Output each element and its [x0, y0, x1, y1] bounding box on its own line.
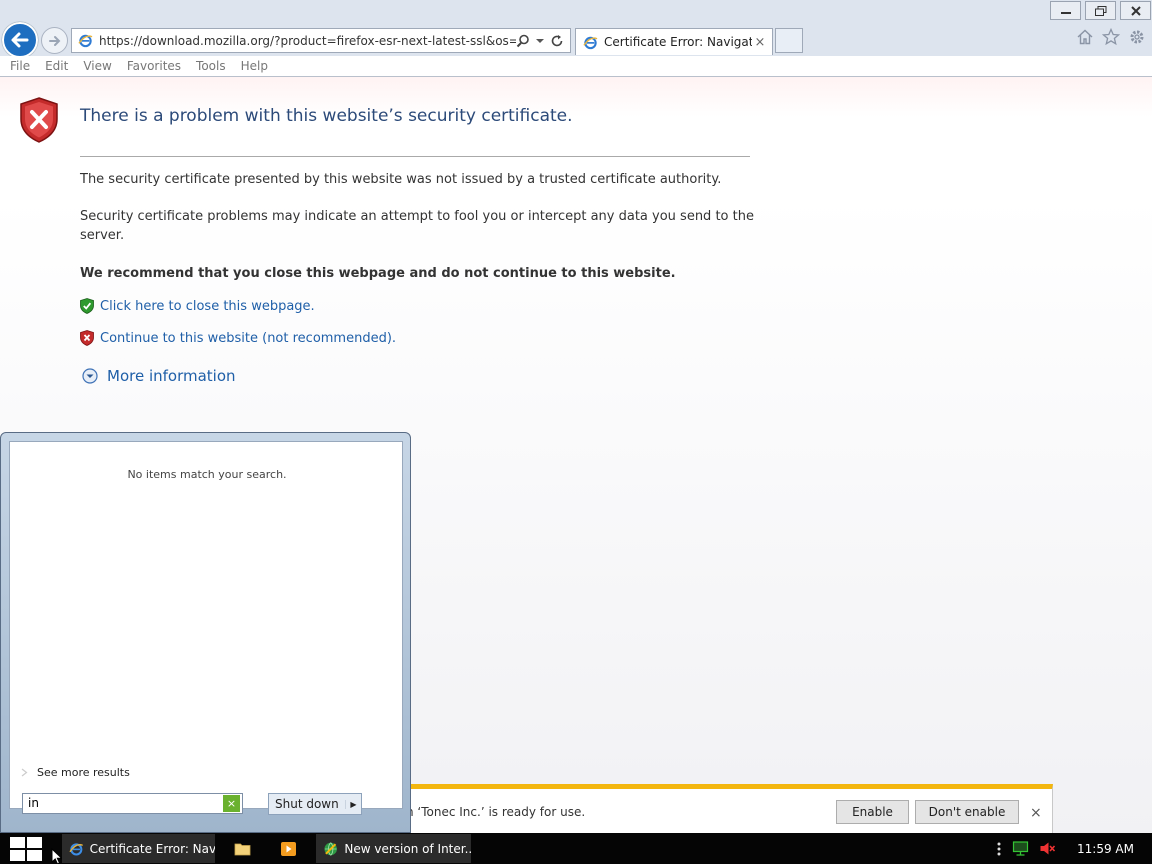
tray-overflow-icon[interactable]: [996, 841, 1002, 857]
taskbar-ie-label: Certificate Error: Nav...: [89, 841, 215, 856]
no-results-message: No items match your search.: [127, 468, 287, 481]
back-arrow-icon: [11, 32, 29, 48]
divider: [80, 156, 750, 157]
chevron-down-icon[interactable]: [536, 37, 544, 45]
menu-tools[interactable]: Tools: [196, 59, 226, 73]
home-icon[interactable]: [1076, 28, 1094, 46]
search-results-panel: No items match your search. See more res…: [9, 441, 403, 809]
menu-edit[interactable]: Edit: [45, 59, 68, 73]
error-warning-text: Security certificate problems may indica…: [80, 209, 754, 243]
ie-page-icon: [78, 34, 93, 48]
shield-check-icon: [80, 298, 94, 314]
start-menu: No items match your search. See more res…: [0, 432, 411, 833]
restore-button[interactable]: [1085, 1, 1116, 20]
close-webpage-link-label[interactable]: Click here to close this webpage.: [100, 299, 315, 314]
close-webpage-link[interactable]: Click here to close this webpage.: [80, 298, 315, 314]
shutdown-label[interactable]: Shut down: [275, 797, 345, 811]
volume-muted-icon[interactable]: [1039, 841, 1056, 856]
favorites-star-icon[interactable]: [1102, 28, 1120, 46]
see-more-results-label[interactable]: See more results: [37, 766, 130, 779]
menu-bar: File Edit View Favorites Tools Help: [0, 56, 1152, 77]
recommendation-text: We recommend that you close this webpage…: [80, 266, 676, 281]
menu-favorites[interactable]: Favorites: [127, 59, 181, 73]
minimize-icon: [1060, 11, 1071, 14]
dont-enable-button[interactable]: Don't enable: [915, 800, 1019, 824]
error-description: The security certificate presented by th…: [80, 172, 722, 187]
continue-website-link-label[interactable]: Continue to this website (not recommende…: [100, 331, 396, 346]
start-search-box[interactable]: ×: [22, 793, 243, 814]
more-information-label[interactable]: More information: [107, 367, 236, 385]
taskbar-new-version-label: New version of Inter...: [344, 841, 471, 856]
browser-titlebar: https://download.mozilla.org/?product=fi…: [0, 0, 1152, 58]
folder-icon: [234, 843, 251, 855]
network-icon[interactable]: [1012, 841, 1029, 856]
close-window-button[interactable]: [1120, 1, 1151, 20]
more-information-toggle[interactable]: More information: [82, 367, 236, 385]
idm-globe-icon: [324, 841, 337, 856]
media-player-icon: [281, 841, 296, 856]
menu-view[interactable]: View: [83, 59, 111, 73]
taskbar-new-version-window[interactable]: New version of Inter...: [316, 834, 471, 863]
gear-icon[interactable]: [1128, 28, 1146, 46]
notification-close-button[interactable]: ×: [1030, 805, 1042, 821]
menu-file[interactable]: File: [10, 59, 30, 73]
start-search-input[interactable]: [28, 796, 218, 810]
back-button[interactable]: [2, 22, 38, 58]
browser-toolbar-icons: [1076, 28, 1146, 46]
tab-title: Certificate Error: Navigatio...: [604, 35, 752, 49]
new-tab-button[interactable]: [775, 28, 803, 53]
restore-icon: [1094, 5, 1106, 16]
close-icon: [1130, 5, 1141, 16]
addon-notification-bar: n ‘Tonec Inc.’ is ready for use. Enable …: [405, 784, 1053, 834]
tab-close-button[interactable]: ×: [752, 35, 768, 50]
refresh-icon[interactable]: [550, 34, 564, 48]
enable-button[interactable]: Enable: [836, 800, 909, 824]
taskbar-clock[interactable]: 11:59 AM: [1077, 842, 1134, 856]
taskbar: Certificate Error: Nav... New version of…: [0, 833, 1152, 864]
forward-arrow-icon: [48, 35, 60, 46]
page-title: There is a problem with this website’s s…: [80, 106, 573, 126]
expand-circle-icon: [82, 368, 98, 384]
address-url[interactable]: https://download.mozilla.org/?product=fi…: [99, 34, 516, 48]
minimize-button[interactable]: [1050, 1, 1081, 20]
taskbar-media-player[interactable]: [272, 834, 306, 863]
taskbar-ie-window[interactable]: Certificate Error: Nav...: [62, 834, 215, 863]
arrow-right-icon: [21, 768, 28, 777]
ie-icon: [69, 842, 83, 855]
notification-text: n ‘Tonec Inc.’ is ready for use.: [406, 805, 586, 819]
window-controls: [1050, 1, 1151, 20]
system-tray: [996, 833, 1056, 864]
shutdown-options-arrow[interactable]: ▶: [345, 799, 361, 809]
see-more-results-link[interactable]: See more results: [20, 766, 130, 779]
address-bar[interactable]: https://download.mozilla.org/?product=fi…: [71, 28, 571, 53]
clear-search-button[interactable]: ×: [223, 795, 240, 812]
taskbar-file-explorer[interactable]: [225, 834, 259, 863]
windows-logo-icon: [10, 836, 42, 861]
forward-button[interactable]: [41, 27, 68, 54]
ie-page-icon: [583, 36, 598, 49]
menu-help[interactable]: Help: [241, 59, 268, 73]
address-bar-actions: [516, 34, 570, 48]
shutdown-button[interactable]: Shut down ▶: [268, 793, 362, 815]
shield-x-icon: [80, 330, 94, 346]
tab-certificate-error[interactable]: Certificate Error: Navigatio... ×: [575, 28, 773, 55]
shield-error-icon: [20, 97, 58, 143]
search-icon[interactable]: [516, 34, 530, 48]
continue-website-link[interactable]: Continue to this website (not recommende…: [80, 330, 396, 346]
